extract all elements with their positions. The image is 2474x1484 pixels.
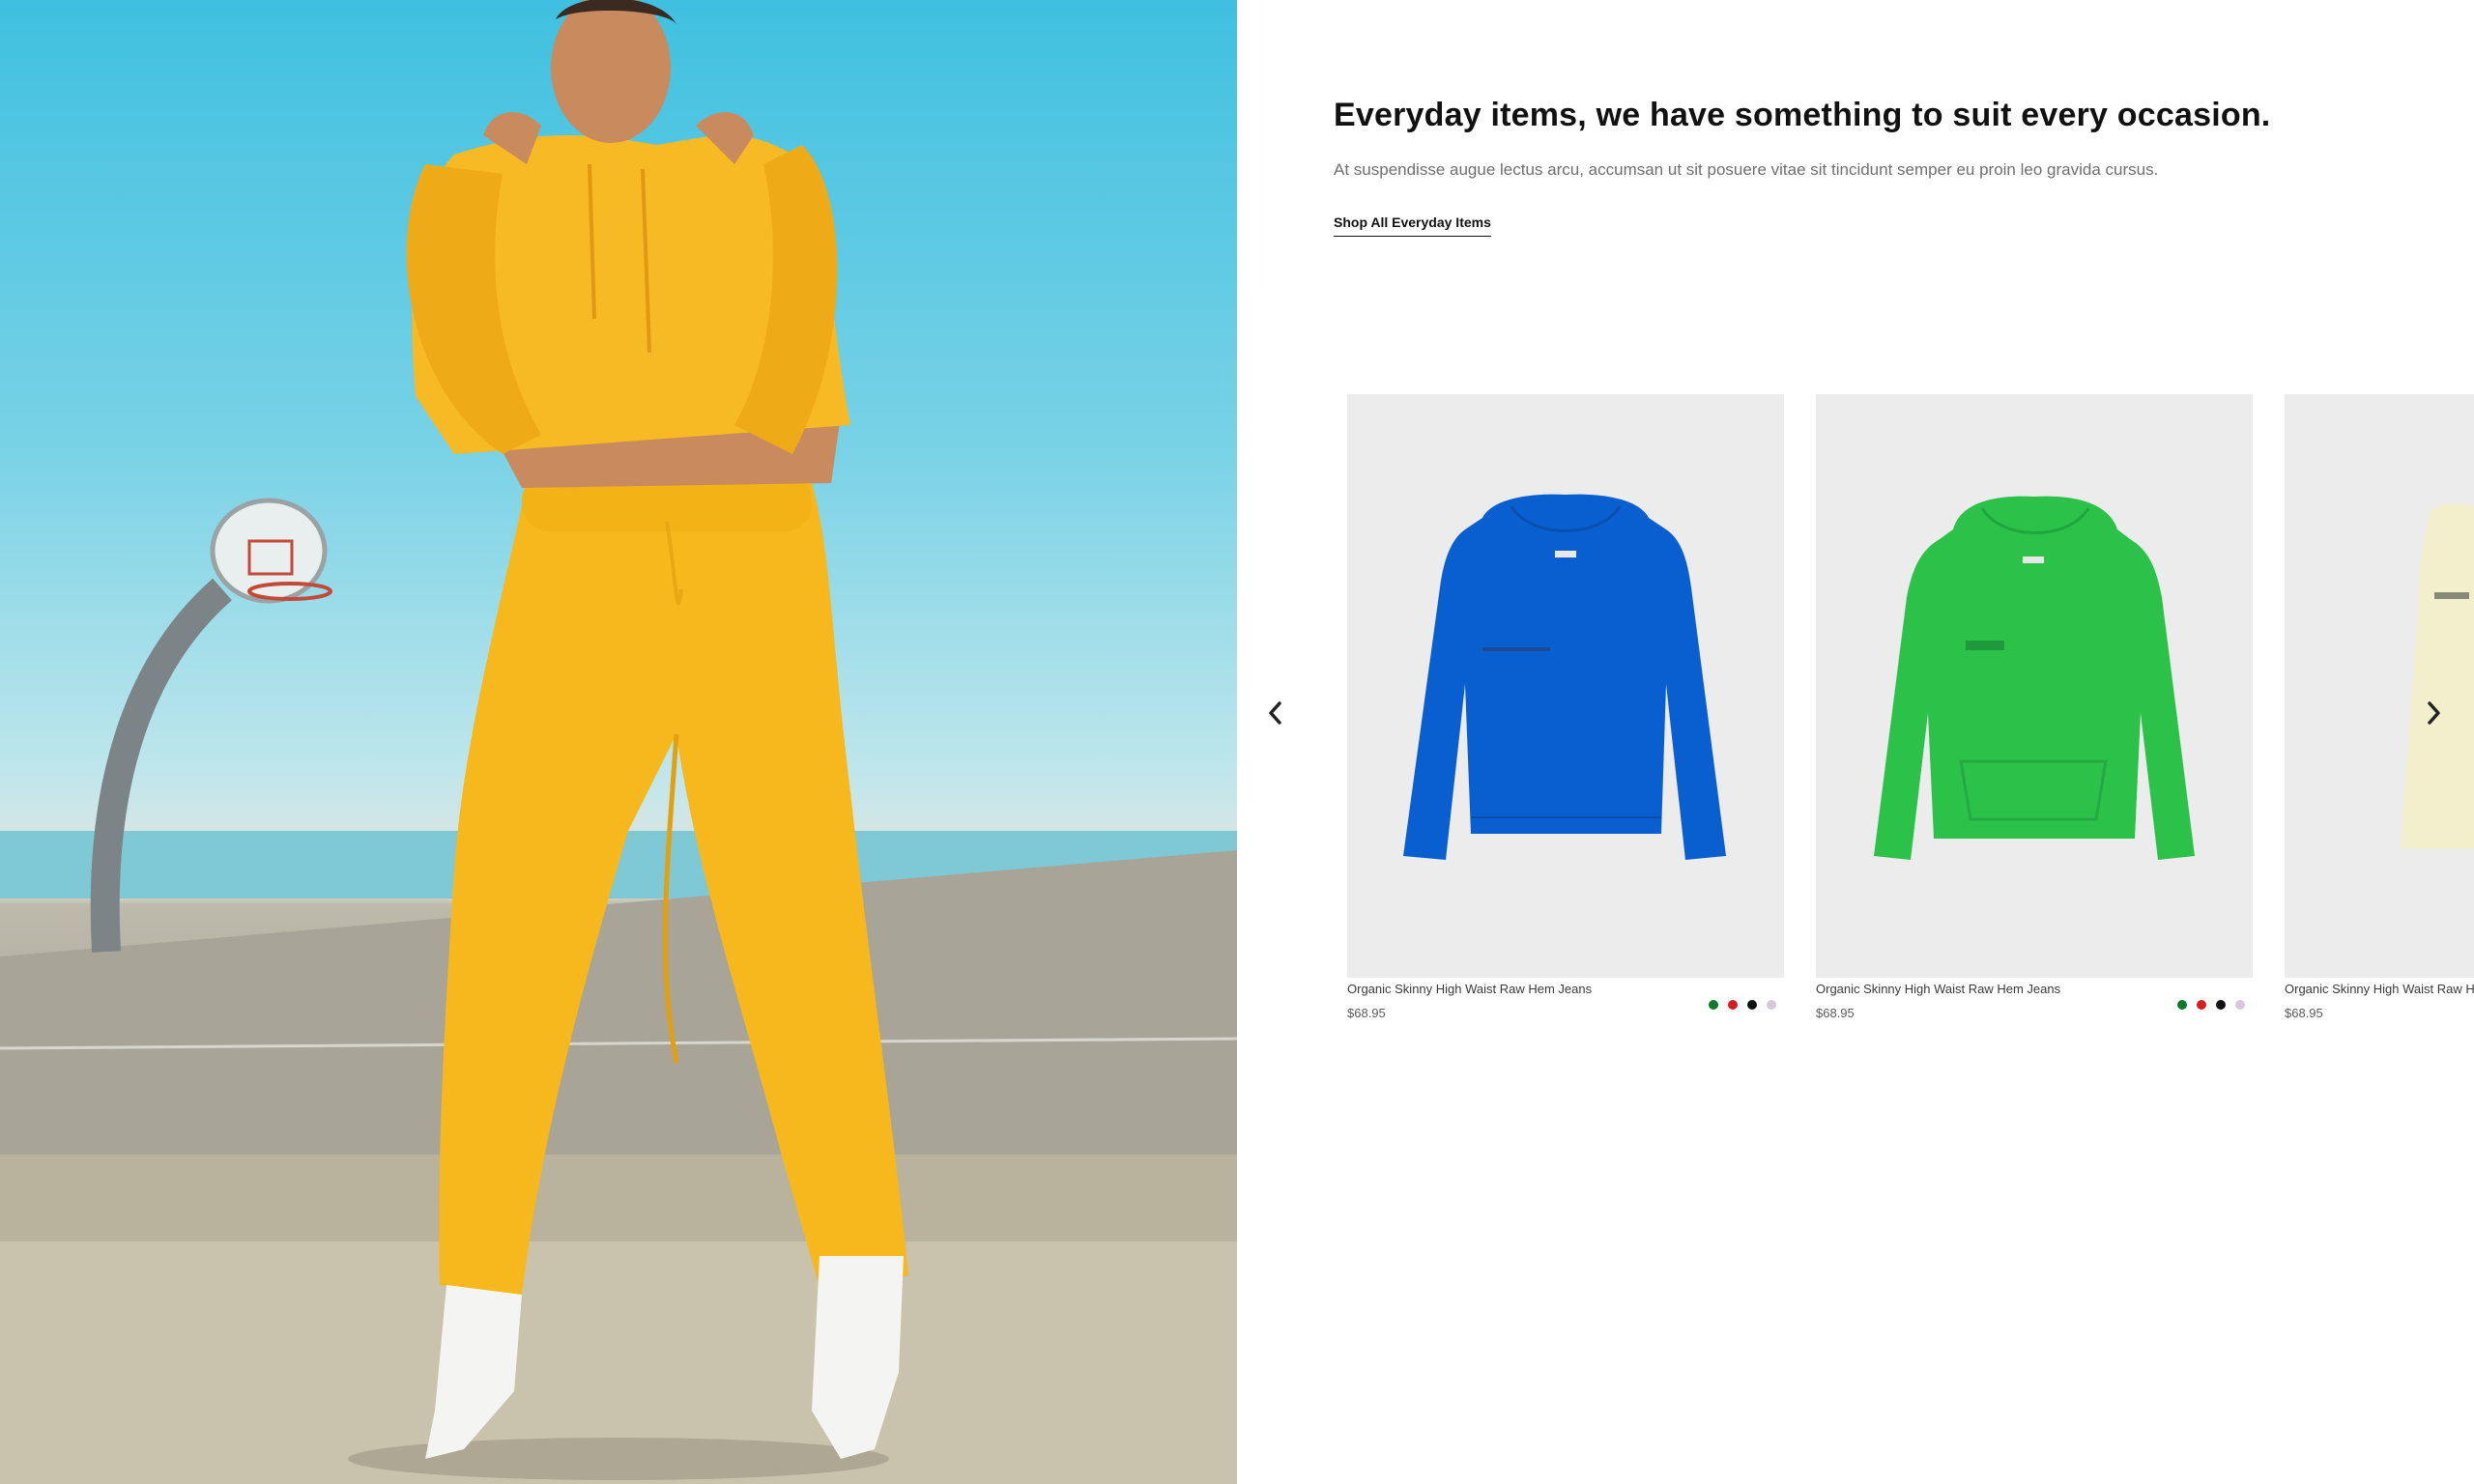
concrete-step [0, 1155, 1237, 1241]
section-subtext: At suspendisse augue lectus arcu, accums… [1334, 160, 2159, 179]
hero-illustration [0, 0, 1237, 1484]
swatch-red[interactable] [2197, 1000, 2206, 1010]
swatch-black[interactable] [1747, 1000, 1757, 1010]
swatch-lilac[interactable] [1767, 1000, 1776, 1010]
product-name[interactable]: Organic Skinny High Waist Raw Hem Jeans [1347, 982, 1784, 996]
hoodie-image-blue [1403, 494, 1726, 860]
collection-section: Everyday items, we have something to sui… [1237, 0, 2474, 1484]
hoodie-shape [1403, 494, 1726, 860]
hoodie-image-green [1874, 496, 2195, 860]
swatch-red[interactable] [1728, 1000, 1738, 1010]
color-swatches [2177, 1000, 2245, 1010]
color-swatches [1709, 1000, 1776, 1010]
product-card[interactable]: Organic Skinny High Waist Raw Hem Jeans … [1816, 394, 2253, 1020]
product-image[interactable] [1816, 394, 2253, 978]
swatch-black[interactable] [2216, 1000, 2226, 1010]
model-head [551, 0, 671, 143]
hoodie-shape [1874, 496, 2195, 860]
section-headline: Everyday items, we have something to sui… [1334, 97, 2271, 133]
product-price: $68.95 [2285, 1006, 2323, 1020]
chevron-right-icon [2428, 701, 2440, 725]
shop-all-everyday-link[interactable]: Shop All Everyday Items [1334, 214, 1491, 237]
carousel-prev-button[interactable] [1256, 686, 1295, 740]
swatch-green[interactable] [2177, 1000, 2187, 1010]
swatch-lilac[interactable] [2235, 1000, 2245, 1010]
product-name[interactable]: Organic Skinny High Waist Raw Hem Jeans [1816, 982, 2253, 996]
product-name[interactable]: Organic Skinny High Waist Raw Hem Jeans [2285, 982, 2474, 996]
swatch-green[interactable] [1709, 1000, 1718, 1010]
chevron-left-icon [1269, 701, 1281, 725]
product-image[interactable] [1347, 394, 1784, 978]
carousel-next-button[interactable] [2414, 686, 2453, 740]
hero-image [0, 0, 1237, 1484]
product-carousel: Organic Skinny High Waist Raw Hem Jeans … [1237, 394, 2474, 1032]
product-card[interactable]: Organic Skinny High Waist Raw Hem Jeans … [1347, 394, 1784, 1020]
